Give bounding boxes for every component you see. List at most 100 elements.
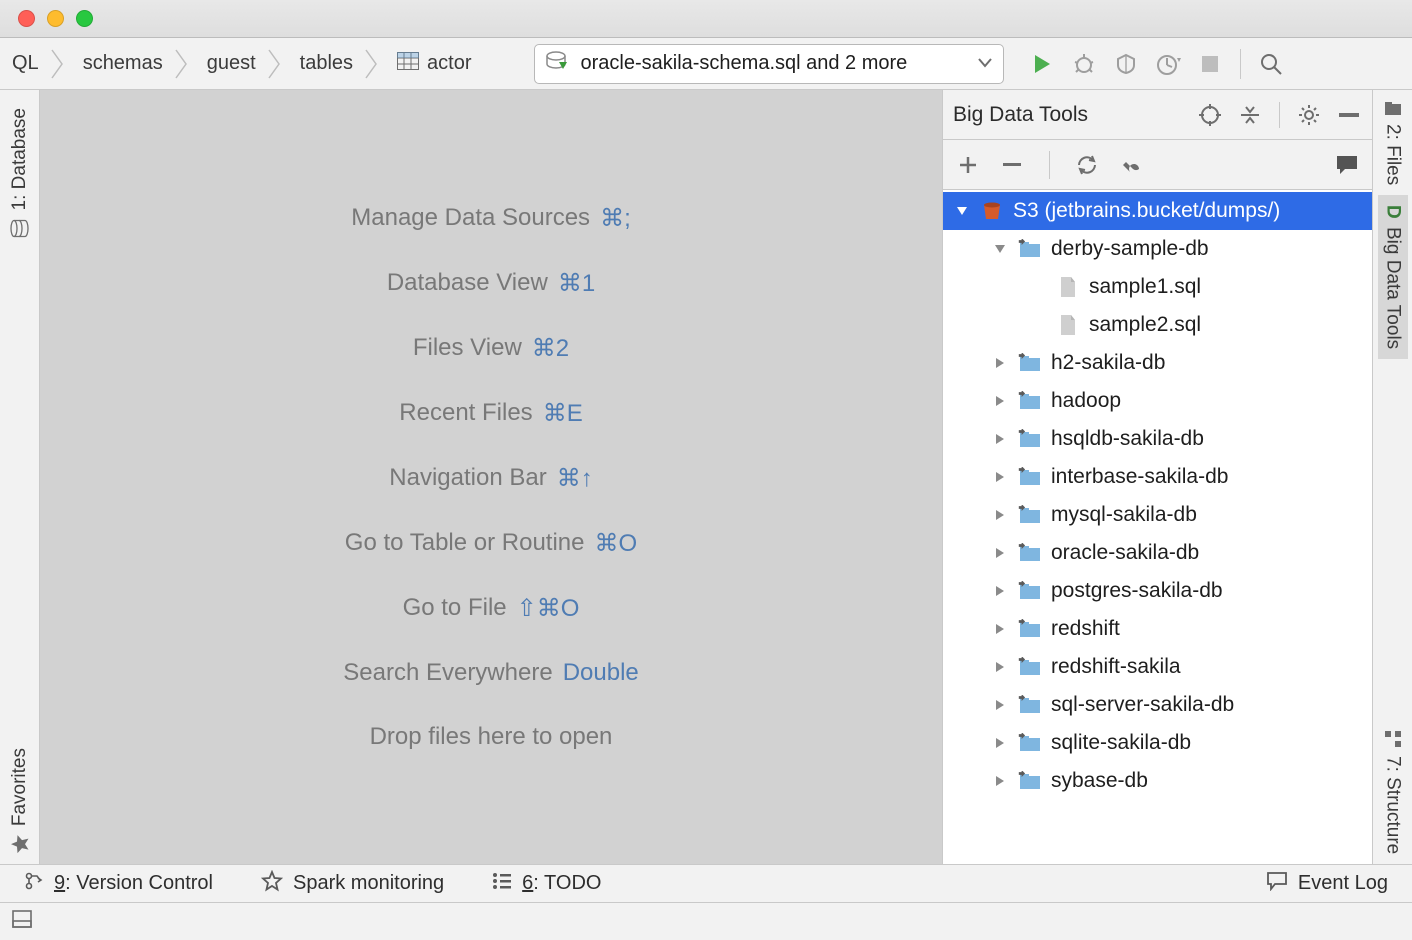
toolwindow-title: Big Data Tools [953, 103, 1088, 127]
run-button[interactable] [1024, 46, 1060, 82]
editor-empty-state: Manage Data Sources ⌘; Database View ⌘1 … [40, 90, 942, 864]
tree-node-folder[interactable]: hadoop [943, 382, 1372, 420]
breadcrumb-item[interactable]: guest [189, 44, 268, 84]
disclosure-closed-icon[interactable] [991, 394, 1009, 408]
hint-row: Database View ⌘1 [387, 269, 595, 298]
disclosure-closed-icon[interactable] [991, 356, 1009, 370]
add-button[interactable] [955, 152, 981, 178]
tree-node-folder[interactable]: sqlite-sakila-db [943, 724, 1372, 762]
gear-icon[interactable] [1296, 102, 1322, 128]
refresh-button[interactable] [1074, 152, 1100, 178]
tree-node-folder[interactable]: mysql-sakila-db [943, 496, 1372, 534]
wrench-icon[interactable] [1118, 152, 1144, 178]
branch-icon [24, 871, 44, 897]
structure-toolwindow-tab[interactable]: 7: Structure [1378, 720, 1408, 864]
disclosure-closed-icon[interactable] [991, 432, 1009, 446]
tree-node-folder[interactable]: hsqldb-sakila-db [943, 420, 1372, 458]
folder-shortcut-icon [1017, 540, 1043, 566]
hint-row: Search Everywhere Double [343, 659, 639, 687]
tree-label: sample2.sql [1089, 313, 1201, 337]
status-bar [0, 902, 1412, 940]
debug-button[interactable] [1066, 46, 1102, 82]
hint-row: Navigation Bar ⌘↑ [389, 464, 592, 493]
database-toolwindow-tab[interactable]: 1: Database [5, 98, 35, 248]
disclosure-closed-icon[interactable] [991, 584, 1009, 598]
speech-bubble-icon [1266, 871, 1288, 897]
version-control-tab[interactable]: 9: Version Control [24, 871, 213, 897]
folder-shortcut-icon [1017, 730, 1043, 756]
minimize-window-button[interactable] [47, 10, 64, 27]
breadcrumb-item[interactable]: schemas [65, 44, 175, 84]
hint-row: Go to Table or Routine ⌘O [345, 529, 637, 558]
tree-node-folder[interactable]: postgres-sakila-db [943, 572, 1372, 610]
hint-row: Files View ⌘2 [413, 334, 569, 363]
event-log-tab[interactable]: Event Log [1266, 871, 1388, 897]
toolwindows-toggle-icon[interactable] [12, 910, 32, 934]
hint-label: Go to File [403, 594, 507, 622]
right-toolwindow-rail: 2: Files D Big Data Tools 7: Structure [1372, 90, 1412, 864]
tree-label: sample1.sql [1089, 275, 1201, 299]
disclosure-closed-icon[interactable] [991, 508, 1009, 522]
disclosure-closed-icon[interactable] [991, 622, 1009, 636]
spark-monitoring-tab[interactable]: Spark monitoring [261, 870, 444, 898]
breadcrumb-item[interactable]: tables [282, 44, 365, 84]
tree-node-folder[interactable]: oracle-sakila-db [943, 534, 1372, 572]
tree-node-folder[interactable]: h2-sakila-db [943, 344, 1372, 382]
disclosure-closed-icon[interactable] [991, 660, 1009, 674]
tree-node-file[interactable]: sample1.sql [943, 268, 1372, 306]
disclosure-closed-icon[interactable] [991, 698, 1009, 712]
hint-label: Go to Table or Routine [345, 529, 585, 557]
database-icon [10, 217, 30, 239]
hint-label: Files View [413, 334, 522, 362]
favorites-toolwindow-tab[interactable]: Favorites [5, 738, 35, 864]
breadcrumb-item[interactable]: actor [379, 44, 483, 84]
tree-label: h2-sakila-db [1051, 351, 1165, 375]
breadcrumb-separator-icon [268, 44, 282, 84]
hint-row: Recent Files ⌘E [399, 399, 582, 428]
disclosure-open-icon[interactable] [991, 243, 1009, 255]
tree-node-folder[interactable]: redshift-sakila [943, 648, 1372, 686]
breadcrumb-item[interactable]: QL [6, 44, 51, 84]
hint-shortcut: ⌘2 [532, 334, 569, 363]
maximize-window-button[interactable] [76, 10, 93, 27]
disclosure-open-icon[interactable] [953, 205, 971, 217]
tree-node-folder[interactable]: derby-sample-db [943, 230, 1372, 268]
coverage-button[interactable] [1108, 46, 1144, 82]
search-button[interactable] [1253, 46, 1289, 82]
files-toolwindow-tab[interactable]: 2: Files [1378, 90, 1408, 195]
todo-label: : TODO [533, 872, 601, 894]
hint-label: Navigation Bar [389, 464, 546, 492]
folder-shortcut-icon [1017, 426, 1043, 452]
disclosure-closed-icon[interactable] [991, 774, 1009, 788]
hint-shortcut: ⌘O [595, 529, 638, 558]
rail-tab-label: Favorites [9, 748, 31, 826]
target-icon[interactable] [1197, 102, 1223, 128]
big-data-tools-tab[interactable]: D Big Data Tools [1378, 195, 1408, 359]
hide-icon[interactable] [1336, 102, 1362, 128]
profile-button[interactable] [1150, 46, 1186, 82]
tree-node-s3-root[interactable]: S3 (jetbrains.bucket/dumps/) [943, 192, 1372, 230]
disclosure-closed-icon[interactable] [991, 736, 1009, 750]
hint-row: Drop files here to open [370, 723, 613, 751]
stop-button[interactable] [1192, 46, 1228, 82]
tree-node-file[interactable]: sample2.sql [943, 306, 1372, 344]
disclosure-closed-icon[interactable] [991, 546, 1009, 560]
tree-node-folder[interactable]: sybase-db [943, 762, 1372, 800]
rail-tab-label: 1: Database [9, 108, 31, 210]
remove-button[interactable] [999, 152, 1025, 178]
bottom-toolwindow-bar: 9: Version Control Spark monitoring 6: T… [0, 864, 1412, 902]
collapse-all-icon[interactable] [1237, 102, 1263, 128]
toolbar-separator [1240, 49, 1241, 79]
tree-label: S3 (jetbrains.bucket/dumps/) [1013, 199, 1280, 223]
todo-tab[interactable]: 6: TODO [492, 872, 601, 896]
tree-node-folder[interactable]: sql-server-sakila-db [943, 686, 1372, 724]
close-window-button[interactable] [18, 10, 35, 27]
run-config-dropdown[interactable]: oracle-sakila-schema.sql and 2 more [534, 44, 1004, 84]
tree-node-folder[interactable]: redshift [943, 610, 1372, 648]
tree-node-folder[interactable]: interbase-sakila-db [943, 458, 1372, 496]
disclosure-closed-icon[interactable] [991, 470, 1009, 484]
feedback-icon[interactable] [1334, 152, 1360, 178]
connections-tree[interactable]: S3 (jetbrains.bucket/dumps/) derby-sampl… [943, 190, 1372, 864]
structure-icon [1382, 730, 1404, 748]
toolwindow-toolbar [943, 140, 1372, 190]
